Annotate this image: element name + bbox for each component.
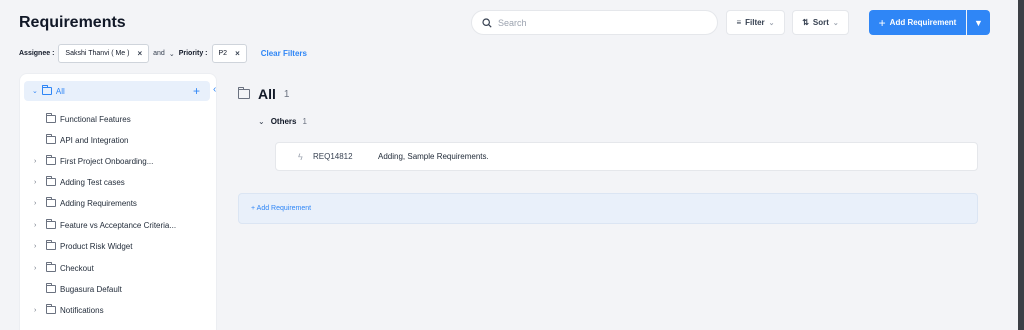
add-requirement-button[interactable]: + Add Requirement bbox=[869, 10, 966, 35]
page-title: Requirements bbox=[19, 14, 126, 31]
sidebar-item-label: All bbox=[55, 86, 65, 96]
sidebar-item[interactable]: › Notifications bbox=[34, 303, 104, 317]
search-box[interactable] bbox=[471, 10, 718, 35]
folder-icon bbox=[46, 262, 56, 272]
sidebar-item[interactable]: API and Integration bbox=[46, 133, 129, 147]
sidebar-item-label: Adding Test cases bbox=[60, 177, 125, 187]
add-requirement-label: Add Requirement bbox=[889, 18, 957, 27]
clear-filters-link[interactable]: Clear Filters bbox=[261, 49, 307, 58]
folder-icon bbox=[46, 240, 56, 250]
sidebar-item-label: Notifications bbox=[60, 305, 104, 315]
sidebar-item-label: First Project Onboarding... bbox=[60, 156, 154, 166]
chevron-right-icon[interactable]: › bbox=[34, 179, 42, 186]
sidebar-item-label: Product Risk Widget bbox=[60, 241, 133, 251]
folder-icon bbox=[238, 87, 250, 99]
sidebar-item[interactable]: › Product Risk Widget bbox=[34, 239, 132, 253]
filter-label: Filter bbox=[745, 18, 765, 27]
folder-icon bbox=[46, 283, 56, 293]
sidebar-item[interactable]: › First Project Onboarding... bbox=[34, 154, 153, 168]
sort-button[interactable]: ⇅ Sort ⌄ bbox=[792, 10, 849, 35]
sidebar-item-label: API and Integration bbox=[60, 135, 129, 145]
add-requirement-dropdown[interactable]: ▼ bbox=[967, 10, 990, 35]
filter-row: Assignee : Sakshi Thanvi ( Me ) × and ⌄ … bbox=[19, 44, 307, 63]
plus-icon: + bbox=[878, 15, 886, 30]
search-icon bbox=[482, 17, 492, 28]
sidebar-item[interactable]: › Adding Test cases bbox=[34, 175, 125, 189]
group-name: Others bbox=[270, 117, 297, 126]
filter-icon: ≡ bbox=[736, 18, 742, 27]
priority-label: Priority : bbox=[178, 50, 208, 57]
assignee-chip[interactable]: Sakshi Thanvi ( Me ) × bbox=[58, 44, 150, 63]
sidebar-item[interactable]: › Adding Requirements bbox=[34, 196, 137, 210]
group-count: 1 bbox=[302, 117, 307, 126]
sidebar-item[interactable]: › Feature vs Acceptance Criteria... bbox=[34, 218, 176, 232]
chevron-right-icon[interactable]: › bbox=[34, 265, 42, 272]
chevron-right-icon[interactable]: › bbox=[34, 222, 42, 229]
sort-icon: ⇅ bbox=[802, 18, 809, 27]
chevron-down-icon: ⌄ bbox=[832, 19, 839, 27]
sidebar-item-all[interactable]: ⌄ All + bbox=[24, 81, 210, 101]
folder-icon bbox=[46, 155, 56, 165]
folder-icon bbox=[41, 85, 52, 95]
assignee-value: Sakshi Thanvi ( Me ) bbox=[65, 50, 130, 57]
priority-value: P2 bbox=[218, 50, 228, 57]
folder-icon bbox=[46, 176, 56, 186]
main-count: 1 bbox=[283, 88, 290, 100]
add-requirement-inline[interactable]: + Add Requirement bbox=[238, 193, 978, 224]
collapse-sidebar-icon[interactable]: ‹ bbox=[213, 84, 216, 95]
sort-label: Sort bbox=[812, 18, 829, 27]
folder-icon bbox=[46, 134, 56, 144]
main-header: All 1 bbox=[238, 86, 289, 102]
chevron-right-icon[interactable]: › bbox=[34, 200, 42, 207]
chevron-down-icon[interactable]: ⌄ bbox=[258, 117, 265, 126]
close-icon[interactable]: × bbox=[137, 49, 142, 58]
chevron-right-icon[interactable]: › bbox=[34, 243, 42, 250]
sidebar-item[interactable]: › Checkout bbox=[34, 261, 94, 275]
filter-button[interactable]: ≡ Filter ⌄ bbox=[726, 10, 785, 35]
sidebar-item[interactable]: Functional Features bbox=[46, 112, 131, 126]
close-icon[interactable]: × bbox=[235, 49, 240, 58]
folder-icon bbox=[46, 219, 56, 229]
chevron-right-icon[interactable]: › bbox=[34, 158, 42, 165]
priority-chip[interactable]: P2 × bbox=[211, 44, 247, 63]
folder-icon bbox=[46, 113, 56, 123]
main-title: All bbox=[258, 86, 276, 102]
sidebar-item[interactable]: Bugasura Default bbox=[46, 282, 122, 296]
sidebar-item-label: Checkout bbox=[60, 263, 94, 273]
sidebar-item-label: Functional Features bbox=[60, 114, 131, 124]
chevron-down-icon[interactable]: ⌄ bbox=[32, 87, 38, 95]
requirement-type-icon: ϟ bbox=[298, 151, 303, 162]
chevron-down-icon: ⌄ bbox=[768, 19, 775, 27]
add-folder-icon[interactable]: + bbox=[193, 84, 200, 98]
caret-down-icon: ▼ bbox=[974, 17, 983, 28]
requirement-id[interactable]: REQ14812 bbox=[313, 152, 353, 161]
chevron-down-icon[interactable]: ⌄ bbox=[169, 50, 175, 58]
folder-icon bbox=[46, 304, 56, 314]
search-input[interactable] bbox=[498, 17, 698, 28]
sidebar-item-label: Bugasura Default bbox=[60, 284, 122, 294]
sidebar-item-label: Feature vs Acceptance Criteria... bbox=[60, 220, 177, 230]
group-others[interactable]: ⌄ Others 1 bbox=[258, 117, 307, 126]
assignee-label: Assignee : bbox=[19, 50, 55, 57]
window-edge bbox=[1018, 0, 1024, 330]
requirement-row[interactable]: ϟ REQ14812 Adding, Sample Requirements. bbox=[275, 142, 978, 171]
and-label: and bbox=[153, 50, 165, 57]
folder-icon bbox=[46, 197, 56, 207]
requirement-title[interactable]: Adding, Sample Requirements. bbox=[378, 152, 489, 161]
sidebar-item-label: Adding Requirements bbox=[60, 198, 137, 208]
chevron-right-icon[interactable]: › bbox=[34, 307, 42, 314]
